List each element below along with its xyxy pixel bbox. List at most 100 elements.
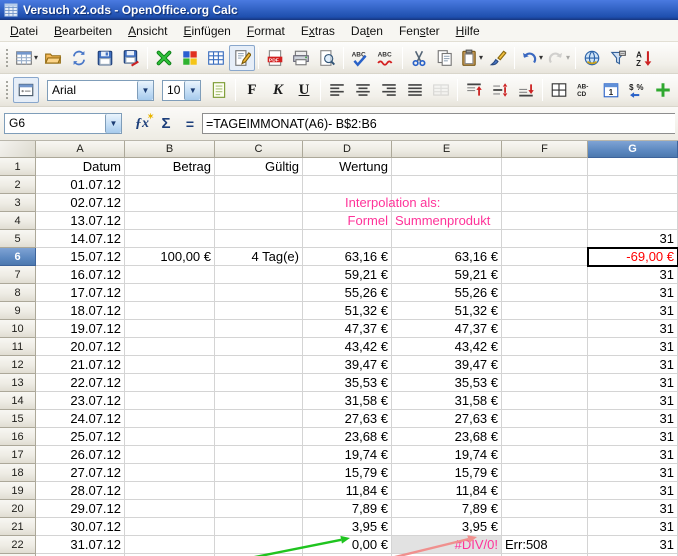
cell-F17[interactable] xyxy=(502,446,588,464)
cell-D14[interactable]: 31,58 € xyxy=(303,392,392,410)
align-bottom-button[interactable] xyxy=(513,77,539,103)
menu-format[interactable]: Format xyxy=(239,21,293,41)
cell-G13[interactable]: 31 xyxy=(588,374,678,392)
row-header-11[interactable]: 11 xyxy=(0,338,36,356)
align-middle-button[interactable] xyxy=(487,77,513,103)
cell-B8[interactable] xyxy=(125,284,215,302)
cell-F14[interactable] xyxy=(502,392,588,410)
cell-G14[interactable]: 31 xyxy=(588,392,678,410)
col-header-B[interactable]: B xyxy=(125,141,215,158)
cell-F20[interactable] xyxy=(502,500,588,518)
row-header-16[interactable]: 16 xyxy=(0,428,36,446)
cell-G19[interactable]: 31 xyxy=(588,482,678,500)
font-size-combo[interactable]: 10 ▼ xyxy=(162,80,201,101)
currency-percent-button[interactable]: $% xyxy=(624,77,650,103)
cell-A19[interactable]: 28.07.12 xyxy=(36,482,125,500)
cell-D18[interactable]: 15,79 € xyxy=(303,464,392,482)
row-header-9[interactable]: 9 xyxy=(0,302,36,320)
name-box[interactable]: G6 ▼ xyxy=(4,113,122,134)
copy-button[interactable] xyxy=(432,45,458,71)
cell-A9[interactable]: 18.07.12 xyxy=(36,302,125,320)
wrap-text-button[interactable]: AB-CD xyxy=(572,77,598,103)
cell-F7[interactable] xyxy=(502,266,588,284)
cell-F3[interactable] xyxy=(502,194,588,212)
cell-B22[interactable] xyxy=(125,536,215,554)
row-header-12[interactable]: 12 xyxy=(0,356,36,374)
cell-D9[interactable]: 51,32 € xyxy=(303,302,392,320)
cell-D3[interactable]: Interpolation als: xyxy=(303,194,392,212)
cell-F1[interactable] xyxy=(502,158,588,176)
cell-E13[interactable]: 35,53 € xyxy=(392,374,502,392)
cell-C8[interactable] xyxy=(215,284,303,302)
cell-F22[interactable]: Err:508 xyxy=(502,536,588,554)
cell-A18[interactable]: 27.07.12 xyxy=(36,464,125,482)
cell-C5[interactable] xyxy=(215,230,303,248)
close-x-button[interactable] xyxy=(151,45,177,71)
cell-F18[interactable] xyxy=(502,464,588,482)
toolbar-grip[interactable] xyxy=(3,47,10,69)
cell-C22[interactable] xyxy=(215,536,303,554)
cell-G15[interactable]: 31 xyxy=(588,410,678,428)
cell-E7[interactable]: 59,21 € xyxy=(392,266,502,284)
cell-A2[interactable]: 01.07.12 xyxy=(36,176,125,194)
cell-B3[interactable] xyxy=(125,194,215,212)
cell-F15[interactable] xyxy=(502,410,588,428)
cell-D6[interactable]: 63,16 € xyxy=(303,248,392,266)
cell-E11[interactable]: 43,42 € xyxy=(392,338,502,356)
cell-G12[interactable]: 31 xyxy=(588,356,678,374)
cell-C20[interactable] xyxy=(215,500,303,518)
save-button[interactable] xyxy=(92,45,118,71)
autospellcheck-button[interactable]: ABC xyxy=(373,45,399,71)
menu-bearbeiten[interactable]: Bearbeiten xyxy=(46,21,120,41)
cell-G9[interactable]: 31 xyxy=(588,302,678,320)
cell-F21[interactable] xyxy=(502,518,588,536)
cell-F8[interactable] xyxy=(502,284,588,302)
cell-B16[interactable] xyxy=(125,428,215,446)
cell-A13[interactable]: 22.07.12 xyxy=(36,374,125,392)
row-header-5[interactable]: 5 xyxy=(0,230,36,248)
cell-F19[interactable] xyxy=(502,482,588,500)
chevron-down-icon[interactable]: ▼ xyxy=(105,114,121,133)
cell-C14[interactable] xyxy=(215,392,303,410)
cell-E17[interactable]: 19,74 € xyxy=(392,446,502,464)
function-button[interactable]: = xyxy=(178,116,202,132)
cell-G17[interactable]: 31 xyxy=(588,446,678,464)
row-header-6[interactable]: 6 xyxy=(0,248,36,266)
cell-A14[interactable]: 23.07.12 xyxy=(36,392,125,410)
row-header-4[interactable]: 4 xyxy=(0,212,36,230)
cell-C3[interactable] xyxy=(215,194,303,212)
date-format-button[interactable]: 1 xyxy=(598,77,624,103)
cell-F16[interactable] xyxy=(502,428,588,446)
row-header-7[interactable]: 7 xyxy=(0,266,36,284)
cell-B5[interactable] xyxy=(125,230,215,248)
cell-B21[interactable] xyxy=(125,518,215,536)
cell-C9[interactable] xyxy=(215,302,303,320)
cut-button[interactable] xyxy=(406,45,432,71)
row-header-8[interactable]: 8 xyxy=(0,284,36,302)
cell-D22[interactable]: 0,00 € xyxy=(303,536,392,554)
row-header-13[interactable]: 13 xyxy=(0,374,36,392)
cell-B11[interactable] xyxy=(125,338,215,356)
cell-G18[interactable]: 31 xyxy=(588,464,678,482)
cell-A20[interactable]: 29.07.12 xyxy=(36,500,125,518)
cell-C11[interactable] xyxy=(215,338,303,356)
cell-E6[interactable]: 63,16 € xyxy=(392,248,502,266)
underline-button[interactable]: U xyxy=(291,77,317,103)
cell-F6[interactable] xyxy=(502,248,588,266)
menu-fenster[interactable]: Fenster xyxy=(391,21,448,41)
cell-G20[interactable]: 31 xyxy=(588,500,678,518)
cell-A1[interactable]: Datum xyxy=(36,158,125,176)
row-header-1[interactable]: 1 xyxy=(0,158,36,176)
align-right-button[interactable] xyxy=(376,77,402,103)
cell-B19[interactable] xyxy=(125,482,215,500)
cell-G8[interactable]: 31 xyxy=(588,284,678,302)
cell-A16[interactable]: 25.07.12 xyxy=(36,428,125,446)
cell-F11[interactable] xyxy=(502,338,588,356)
borders-button[interactable] xyxy=(546,77,572,103)
cell-E14[interactable]: 31,58 € xyxy=(392,392,502,410)
cell-E1[interactable] xyxy=(392,158,502,176)
chevron-down-icon[interactable]: ▾ xyxy=(539,53,543,62)
cell-A17[interactable]: 26.07.12 xyxy=(36,446,125,464)
cell-E19[interactable]: 11,84 € xyxy=(392,482,502,500)
cell-F5[interactable] xyxy=(502,230,588,248)
